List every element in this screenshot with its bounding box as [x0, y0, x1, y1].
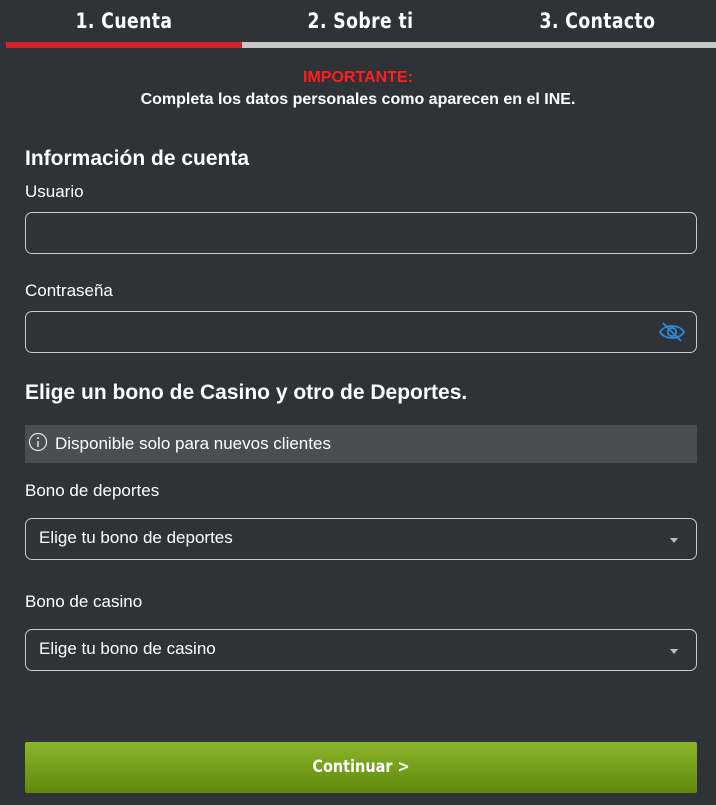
eye-slash-icon[interactable]	[658, 321, 686, 343]
username-field[interactable]	[25, 212, 697, 254]
info-banner: Disponible solo para nuevos clientes	[25, 425, 697, 463]
username-label: Usuario	[25, 182, 84, 201]
chevron-down-icon	[670, 649, 678, 654]
tab-progress-active	[6, 42, 242, 48]
tab-sobre-ti[interactable]: 2. Sobre ti	[263, 0, 457, 44]
tab-cuenta[interactable]: 1. Cuenta	[27, 0, 221, 44]
info-circle-icon	[28, 432, 48, 452]
password-label: Contraseña	[25, 281, 113, 300]
step-tabs: 1. Cuenta 2. Sobre ti 3. Contacto	[0, 0, 716, 48]
sports-bonus-selected: Elige tu bono de deportes	[39, 528, 233, 547]
sports-bonus-label: Bono de deportes	[25, 481, 160, 500]
casino-bonus-select[interactable]: Elige tu bono de casino	[25, 629, 697, 671]
password-field[interactable]	[25, 311, 697, 353]
info-text: Disponible solo para nuevos clientes	[55, 434, 331, 453]
continue-button-label: Continuar >	[312, 757, 410, 777]
tab-progress-inactive	[242, 42, 716, 48]
important-notice: IMPORTANTE: Completa los datos personale…	[0, 68, 716, 110]
tab-contacto[interactable]: 3. Contacto	[500, 0, 694, 44]
continue-button[interactable]: Continuar >	[25, 742, 697, 793]
casino-bonus-selected: Elige tu bono de casino	[39, 639, 216, 658]
password-input[interactable]	[26, 312, 696, 352]
casino-bonus-label: Bono de casino	[25, 592, 143, 611]
notice-text: Completa los datos personales como apare…	[140, 91, 576, 108]
sports-bonus-select[interactable]: Elige tu bono de deportes	[25, 518, 697, 560]
notice-title: IMPORTANTE:	[303, 69, 413, 86]
account-heading: Información de cuenta	[25, 147, 250, 170]
chevron-down-icon	[670, 538, 678, 543]
bonus-heading: Elige un bono de Casino y otro de Deport…	[25, 381, 468, 404]
username-input[interactable]	[26, 213, 696, 253]
